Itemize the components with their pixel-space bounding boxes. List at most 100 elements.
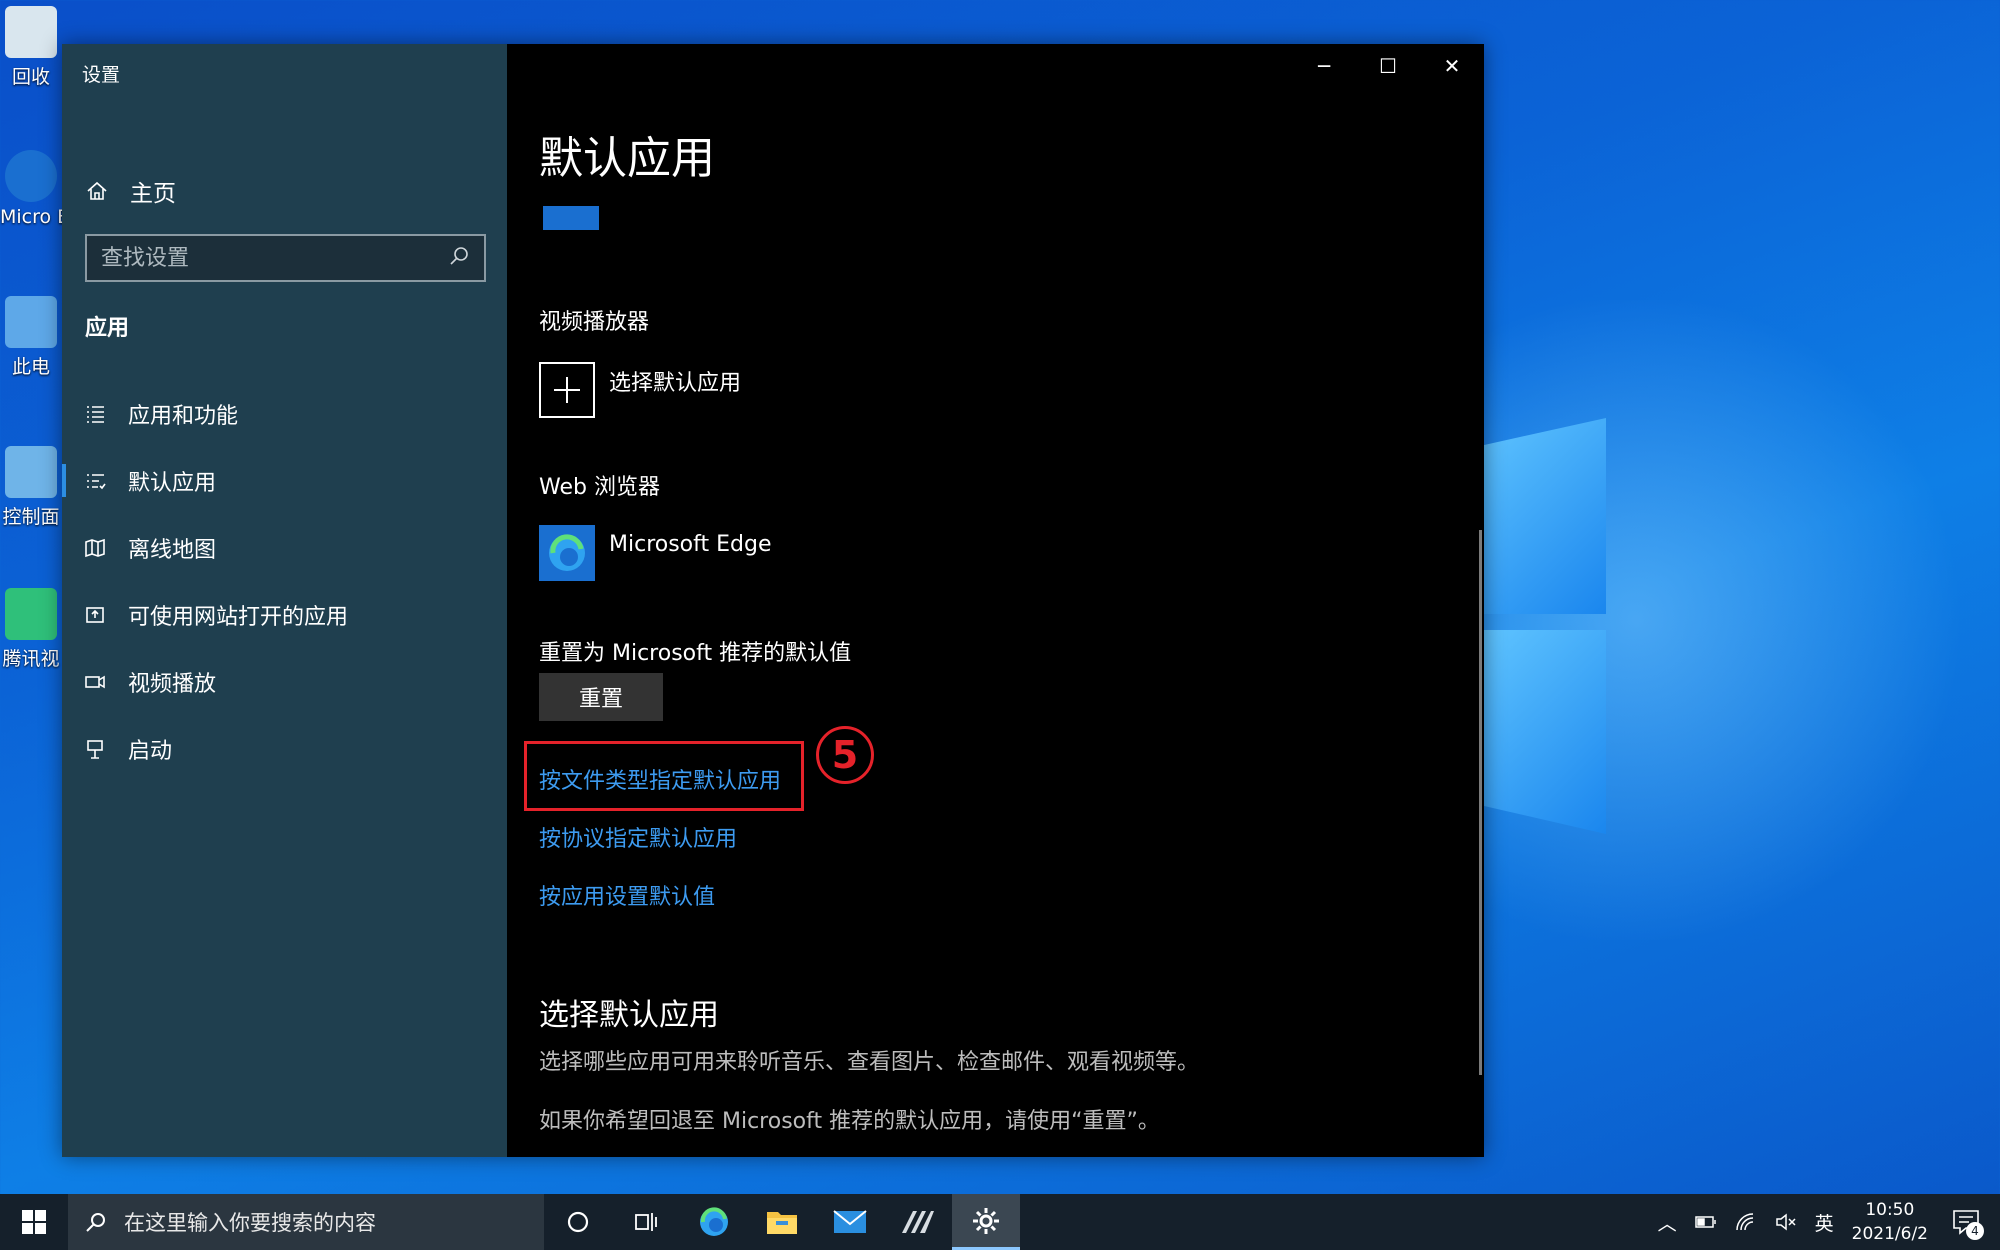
edge-icon: [700, 1207, 728, 1236]
choose-default-description: 选择哪些应用可用来聆听音乐、查看图片、检查邮件、观看视频等。: [539, 1050, 1200, 1075]
taskbar-file-explorer-button[interactable]: [748, 1194, 816, 1250]
folder-icon: [767, 1212, 797, 1234]
search-icon[interactable]: [448, 245, 470, 271]
startup-icon: [84, 738, 106, 760]
task-view-icon: [635, 1213, 657, 1231]
web-browser-label: Web 浏览器: [539, 475, 660, 500]
taskbar-app-button[interactable]: [884, 1194, 952, 1250]
clock-date: 2021/6/2: [1851, 1224, 1928, 1244]
input-language-indicator[interactable]: 英: [1815, 1209, 1834, 1236]
task-view-button[interactable]: [612, 1194, 680, 1250]
sidebar-item-label: 可使用网站打开的应用: [128, 604, 349, 630]
reset-button[interactable]: 重置: [539, 673, 663, 721]
clock-time: 10:50: [1865, 1200, 1915, 1220]
notification-center-button[interactable]: 4: [1946, 1202, 1986, 1242]
desktop-icon-label: 回收: [11, 66, 50, 88]
link-by-file-type[interactable]: 按文件类型指定默认应用: [539, 763, 781, 795]
desktop-icon-edge[interactable]: Micro Edg: [0, 150, 62, 228]
sidebar-item-startup[interactable]: 启动: [62, 715, 507, 782]
gear-icon: [973, 1207, 999, 1234]
plus-icon: [539, 362, 595, 418]
map-icon: [84, 537, 106, 559]
video-player-label: 视频播放器: [539, 310, 650, 335]
desktop-icon-label: 此电: [11, 356, 50, 378]
page-title: 默认应用: [539, 133, 715, 184]
search-icon: [86, 1213, 105, 1232]
reset-label: 重置为 Microsoft 推荐的默认值: [539, 641, 852, 666]
edge-icon: [539, 525, 595, 581]
default-apps-icon: [84, 470, 106, 492]
desktop-icon-label: 控制面: [2, 506, 60, 528]
edge-icon: [5, 150, 57, 202]
desktop-icon-this-pc[interactable]: 此电: [0, 296, 62, 379]
sidebar-item-default-apps[interactable]: 默认应用: [62, 447, 507, 514]
main-content: ─ ☐ ✕ 默认应用 视频播放器 选择默认应用 Web 浏览器 Microsof…: [507, 44, 1484, 1157]
sidebar-item-label: 离线地图: [128, 537, 217, 563]
sidebar-item-video-playback[interactable]: 视频播放: [62, 648, 507, 715]
app-icon: [902, 1211, 934, 1233]
start-button[interactable]: [0, 1194, 68, 1250]
sidebar-item-apps-features[interactable]: 应用和功能: [62, 380, 507, 447]
window-title: 设置: [82, 64, 121, 86]
choose-video-player-button[interactable]: 选择默认应用: [539, 362, 741, 418]
cortana-icon: [567, 1211, 589, 1233]
video-icon: [84, 671, 106, 693]
network-icon[interactable]: [1735, 1212, 1757, 1232]
taskbar-mail-button[interactable]: [816, 1194, 884, 1250]
taskbar-search-box[interactable]: 在这里输入你要搜索的内容: [68, 1194, 544, 1250]
windows-icon: [22, 1210, 46, 1234]
battery-icon[interactable]: [1694, 1215, 1717, 1229]
sidebar-item-label: 应用和功能: [128, 403, 239, 429]
link-by-app[interactable]: 按应用设置默认值: [539, 879, 715, 911]
settings-window: 设置 主页 应用 应用和功能: [62, 44, 1484, 1157]
chevron-up-icon[interactable]: ︿: [1658, 1209, 1677, 1236]
web-browser-app-name: Microsoft Edge: [609, 531, 772, 557]
app-icon-partial: [543, 206, 599, 230]
reset-hint-text: 如果你希望回退至 Microsoft 推荐的默认应用，请使用“重置”。: [539, 1109, 1160, 1134]
maximize-button[interactable]: ☐: [1356, 44, 1420, 88]
desktop-icon-label: Micro Edg: [0, 206, 62, 228]
home-label: 主页: [130, 181, 176, 207]
home-icon: [86, 180, 108, 202]
web-app-icon: [84, 604, 106, 626]
tencent-video-icon: [5, 588, 57, 640]
volume-icon[interactable]: [1775, 1212, 1797, 1232]
taskbar-search-placeholder: 在这里输入你要搜索的内容: [124, 1211, 376, 1235]
taskbar: 在这里输入你要搜索的内容 ︿ 英 10:50 2021/6/2 4: [0, 1194, 2000, 1250]
sidebar-item-label: 视频播放: [128, 671, 217, 697]
sidebar-item-offline-maps[interactable]: 离线地图: [62, 514, 507, 581]
sidebar-item-home[interactable]: 主页: [86, 174, 176, 208]
taskbar-edge-button[interactable]: [680, 1194, 748, 1250]
desktop-icon-tencent-video[interactable]: 腾讯视: [0, 588, 62, 671]
desktop-icon-control-panel[interactable]: 控制面: [0, 446, 62, 529]
sidebar-item-web-apps[interactable]: 可使用网站打开的应用: [62, 581, 507, 648]
windows-logo-wallpaper: [1482, 418, 1606, 834]
sidebar-item-label: 启动: [128, 738, 173, 764]
list-icon: [84, 403, 106, 425]
sidebar-nav: 应用和功能 默认应用 离线地图 可使用网站打开的应用 视频播放 启动: [62, 380, 507, 782]
settings-search-box[interactable]: [85, 234, 486, 282]
minimize-button[interactable]: ─: [1292, 44, 1356, 88]
close-button[interactable]: ✕: [1420, 44, 1484, 88]
mail-icon: [833, 1210, 867, 1233]
sidebar-item-label: 默认应用: [128, 470, 217, 496]
desktop-icon-recycle-bin[interactable]: 回收: [0, 6, 62, 89]
sidebar: 设置 主页 应用 应用和功能: [62, 44, 507, 1157]
computer-icon: [5, 296, 57, 348]
settings-search-input[interactable]: [101, 245, 448, 271]
desktop-icon-label: 腾讯视: [2, 648, 60, 670]
notification-count-badge: 4: [1966, 1222, 1984, 1240]
cortana-button[interactable]: [544, 1194, 612, 1250]
system-tray: ︿ 英 10:50 2021/6/2 4: [1658, 1194, 2000, 1250]
control-panel-icon: [5, 446, 57, 498]
recycle-bin-icon: [5, 6, 57, 58]
section-label-apps: 应用: [85, 316, 130, 341]
window-controls: ─ ☐ ✕: [1292, 44, 1484, 88]
clock[interactable]: 10:50 2021/6/2: [1852, 1198, 1928, 1246]
choose-default-app-label: 选择默认应用: [609, 371, 742, 396]
scrollbar[interactable]: [1479, 530, 1482, 1075]
link-by-protocol[interactable]: 按协议指定默认应用: [539, 821, 737, 853]
step-marker-badge: 5: [816, 726, 874, 784]
web-browser-app-button[interactable]: Microsoft Edge: [539, 525, 771, 581]
taskbar-settings-button[interactable]: [952, 1194, 1020, 1250]
